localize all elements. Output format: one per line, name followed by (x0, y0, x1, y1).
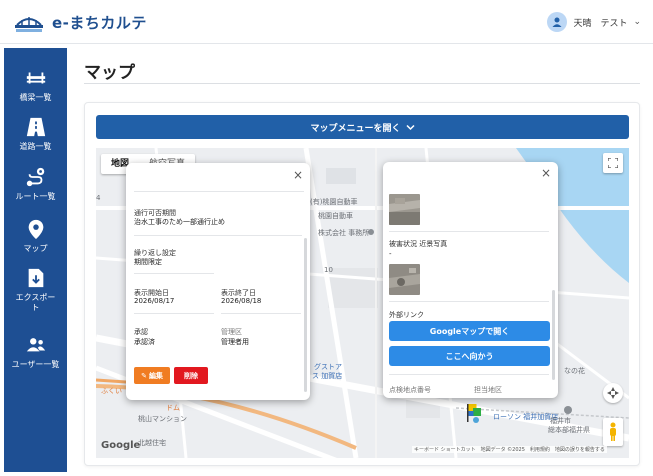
sidebar-item-map[interactable]: マップ (4, 218, 67, 264)
page-title: マップ (84, 63, 135, 83)
fullscreen-icon (608, 158, 618, 168)
users-icon (26, 338, 45, 352)
sidebar-item-bridges[interactable]: 橋梁一覧 (4, 67, 67, 113)
pegman-icon (610, 422, 616, 441)
sidebar-item-export[interactable]: エクスポート (4, 267, 67, 327)
delete-button[interactable]: 削除 (174, 367, 208, 384)
app-title[interactable]: e-まちカルテ (52, 12, 147, 33)
fullscreen-button[interactable] (603, 153, 623, 173)
route-icon (26, 167, 44, 187)
close-icon[interactable]: × (541, 166, 551, 180)
chevron-down-icon: ⌄ (633, 17, 641, 27)
bridge-icon (26, 72, 45, 84)
close-icon[interactable]: × (293, 168, 303, 182)
title-divider (84, 83, 640, 84)
road-icon (26, 117, 45, 137)
user-menu[interactable]: 天晴 テスト ⌄ (547, 11, 641, 33)
street-view-button[interactable] (603, 418, 623, 446)
sidebar-item-roads[interactable]: 道路一覧 (4, 116, 67, 162)
map-marker-icon[interactable] (465, 402, 485, 424)
info-popup-left (126, 163, 310, 400)
chevron-down-icon (405, 124, 415, 130)
map-pin-icon (28, 219, 43, 240)
directions-button[interactable]: ここへ向かう (389, 346, 550, 366)
top-bar: e-まちカルテ 天晴 テスト ⌄ (0, 0, 653, 44)
map-attribution[interactable]: キーボード ショートカット 地図データ ©2025 利用規約 地図の誤りを報告す… (412, 446, 607, 453)
pencil-icon: ✎ (141, 371, 147, 380)
sidebar: 橋梁一覧 道路一覧 ルート一覧 マップ エクスポート ユーザー一覧 (4, 48, 67, 472)
google-logo: Google (101, 440, 141, 451)
scrollbar[interactable] (552, 290, 555, 380)
closeup-photo-thumbnail[interactable] (389, 264, 420, 295)
compass-icon (607, 387, 619, 399)
sidebar-item-users[interactable]: ユーザー一覧 (4, 334, 67, 380)
scrollbar[interactable] (304, 238, 307, 392)
map-menu-button[interactable]: マップメニューを開く (96, 115, 629, 139)
edit-button[interactable]: ✎ 編集 (134, 367, 170, 384)
user-icon (547, 12, 568, 32)
open-google-maps-button[interactable]: Googleマップで開く (389, 321, 550, 341)
damage-photo-thumbnail[interactable] (389, 194, 420, 225)
export-icon (28, 268, 43, 288)
logo-icon[interactable] (14, 11, 44, 33)
map-pan-control[interactable] (603, 383, 623, 403)
user-name: 天晴 テスト (573, 18, 628, 29)
sidebar-item-routes[interactable]: ルート一覧 (4, 166, 67, 212)
